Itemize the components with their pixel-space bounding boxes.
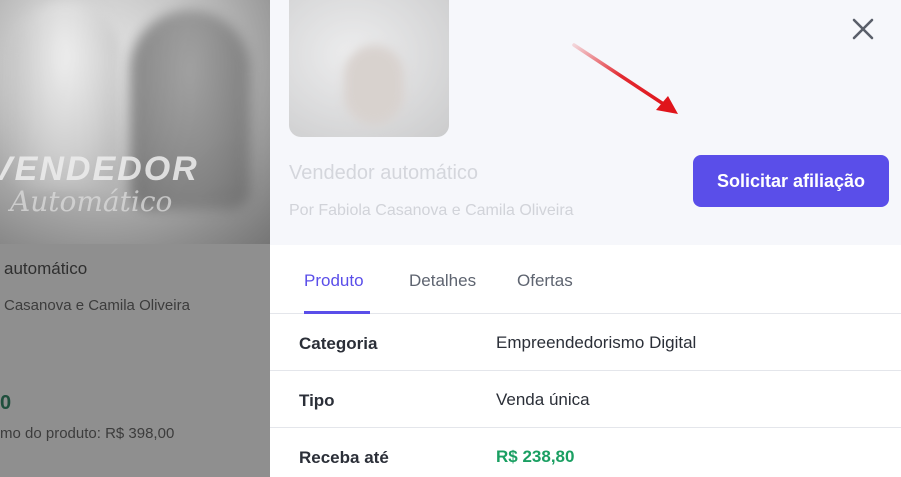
- detail-label: Receba até: [299, 448, 389, 467]
- background-max-price: mo do produto: R$ 398,00: [0, 425, 175, 442]
- background-product-title: automático: [4, 259, 88, 278]
- product-thumbnail: [289, 0, 449, 137]
- detail-row-receba-ate: Receba até R$ 238,80: [270, 428, 901, 477]
- arrow-annotation-icon: [572, 43, 678, 114]
- tab-bar: Produto Detalhes Ofertas: [270, 245, 901, 314]
- detail-value: Empreendedorismo Digital: [496, 333, 697, 352]
- detail-row-categoria: Categoria Empreendedorismo Digital: [270, 314, 901, 371]
- request-affiliation-button[interactable]: Solicitar afiliação: [693, 155, 889, 207]
- product-detail-panel: Vendedor automático Por Fabiola Casanova…: [270, 0, 901, 477]
- product-author: Por Fabiola Casanova e Camila Oliveira: [289, 202, 574, 219]
- detail-label: Categoria: [299, 334, 378, 353]
- background-cover-script: Automático: [10, 185, 173, 218]
- detail-value: Venda única: [496, 390, 590, 409]
- background-product-price: 0: [0, 392, 12, 414]
- close-icon: [852, 18, 874, 40]
- tab-ofertas[interactable]: Ofertas: [517, 271, 573, 291]
- background-product-card: VENDEDOR Automático automático Casanova …: [0, 0, 290, 477]
- panel-header: Vendedor automático Por Fabiola Casanova…: [270, 0, 901, 245]
- background-product-author: Casanova e Camila Oliveira: [4, 297, 190, 314]
- tab-produto[interactable]: Produto: [304, 271, 364, 291]
- detail-label: Tipo: [299, 391, 335, 410]
- background-cover-text: VENDEDOR: [0, 150, 199, 188]
- commission-value: R$ 238,80: [496, 447, 575, 466]
- product-title: Vendedor automático: [289, 162, 479, 184]
- close-button[interactable]: [849, 15, 877, 43]
- background-product-image: VENDEDOR Automático: [0, 0, 290, 244]
- tab-detalhes[interactable]: Detalhes: [409, 271, 476, 291]
- detail-row-tipo: Tipo Venda única: [270, 371, 901, 428]
